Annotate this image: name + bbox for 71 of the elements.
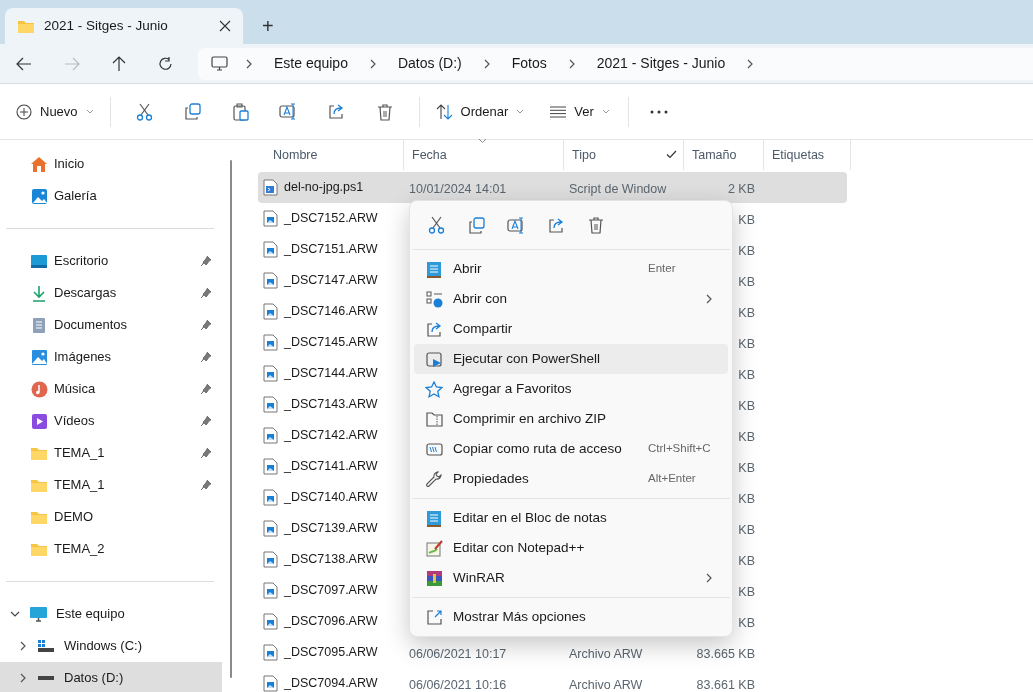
sidebar-label: Descargas <box>54 284 118 303</box>
menu-label: Editar con Notepad++ <box>453 538 586 557</box>
sidebar-label: Galería <box>54 187 98 206</box>
file-size: KB <box>738 491 755 506</box>
file-name: _DSC7139.ARW <box>284 520 378 538</box>
sidebar-label: Escritorio <box>54 252 110 271</box>
tree-label: Este equipo <box>56 605 125 624</box>
menu-label: Abrir con <box>453 289 509 308</box>
file-size: KB <box>738 522 755 537</box>
file-name: _DSC7097.ARW <box>284 582 378 600</box>
file-name: _DSC7094.ARW <box>284 675 378 692</box>
file-name: _DSC7142.ARW <box>284 427 378 445</box>
file-type: Archivo ARW <box>569 646 643 661</box>
menu-label: Comprimir en archivo ZIP <box>453 409 608 428</box>
menu-label: Editar en el Bloc de notas <box>453 508 608 527</box>
sidebar-label: DEMO <box>54 508 94 527</box>
sidebar-label: Música <box>54 380 97 399</box>
file-type: Script de Window <box>569 181 667 196</box>
file-name: _DSC7147.ARW <box>284 272 378 290</box>
shortcut-text: Enter <box>648 261 677 277</box>
file-size: 83.665 KB <box>696 646 755 661</box>
file-size: KB <box>738 336 755 351</box>
file-name: _DSC7152.ARW <box>284 210 378 228</box>
sidebar-label: Documentos <box>54 316 128 335</box>
tree-label: Windows (C:) <box>64 637 142 656</box>
file-size: KB <box>738 367 755 382</box>
file-type: Archivo ARW <box>569 677 643 692</box>
file-date: 10/01/2024 14:01 <box>409 181 507 196</box>
file-size: KB <box>738 274 755 289</box>
sidebar-label: TEMA_2 <box>54 540 106 559</box>
menu-label: Mostrar Más opciones <box>453 607 587 626</box>
file-size: KB <box>738 553 755 568</box>
file-name: _DSC7151.ARW <box>284 241 378 259</box>
file-date: 06/06/2021 10:17 <box>409 646 507 661</box>
tab-title: 2021 - Sitges - Junio <box>44 16 169 35</box>
menu-label: Propiedades <box>453 469 530 488</box>
file-name: _DSC7141.ARW <box>284 458 378 476</box>
file-size: KB <box>738 429 755 444</box>
menu-label: Compartir <box>453 319 514 338</box>
sidebar-label: Vídeos <box>54 412 96 431</box>
file-size: 2 KB <box>727 181 755 196</box>
file-size: KB <box>738 615 755 630</box>
menu-label: WinRAR <box>453 568 506 587</box>
file-date: 06/06/2021 10:16 <box>409 677 507 692</box>
shortcut-text: Alt+Enter <box>648 471 697 487</box>
tree-label: Datos (D:) <box>64 669 124 688</box>
menu-label: Abrir <box>453 259 483 278</box>
file-name: _DSC7145.ARW <box>284 334 378 352</box>
file-size: KB <box>738 460 755 475</box>
file-name: _DSC7140.ARW <box>284 489 378 507</box>
file-size: KB <box>738 305 755 320</box>
sidebar-label: TEMA_1 <box>54 444 106 463</box>
menu-label: Ejecutar con PowerShell <box>453 349 602 368</box>
file-size: 83.661 KB <box>696 677 755 692</box>
file-size: KB <box>738 243 755 258</box>
file-size: KB <box>738 398 755 413</box>
sidebar-label: Inicio <box>54 155 86 174</box>
file-name: _DSC7144.ARW <box>284 365 378 383</box>
sidebar-label: Imágenes <box>54 348 113 367</box>
file-name: _DSC7146.ARW <box>284 303 378 321</box>
file-name: del-no-jpg.ps1 <box>284 179 364 197</box>
file-name: _DSC7096.ARW <box>284 613 378 631</box>
file-name: _DSC7095.ARW <box>284 644 378 662</box>
shortcut-text: Ctrl+Shift+C <box>648 441 712 457</box>
file-size: KB <box>738 212 755 227</box>
menu-label: Agregar a Favoritos <box>453 379 573 398</box>
file-name: _DSC7143.ARW <box>284 396 378 414</box>
menu-label: Copiar como ruta de acceso <box>453 439 623 458</box>
file-name: _DSC7138.ARW <box>284 551 378 569</box>
sidebar-label: TEMA_1 <box>54 476 106 495</box>
file-size: KB <box>738 584 755 599</box>
